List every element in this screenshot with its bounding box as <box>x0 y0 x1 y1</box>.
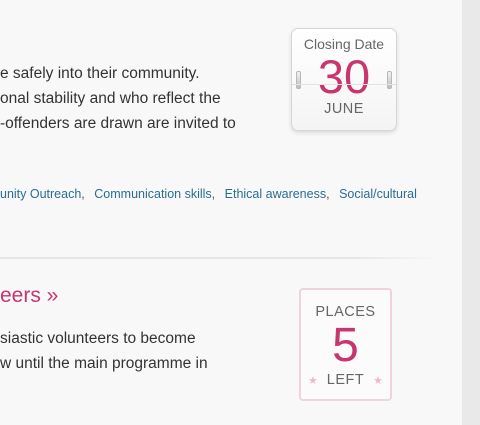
calendar-ring-icon <box>387 71 392 89</box>
places-label: PLACES <box>315 304 376 320</box>
listing-panel: e safely into their community. onal stab… <box>0 0 462 425</box>
calendar-ring-icon <box>296 71 301 89</box>
description-line: -offenders are drawn are invited to <box>0 115 236 132</box>
skill-link-communication[interactable]: Communication skills <box>94 187 211 201</box>
star-icon: ★ <box>308 375 318 387</box>
skill-link-community-outreach[interactable]: unity Outreach <box>0 187 81 201</box>
places-count: 5 <box>332 319 359 372</box>
places-left-ticket: PLACES 5 LEFT ★ ★ <box>299 288 392 401</box>
description-line: e safely into their community. <box>0 65 200 82</box>
closing-date-day: 30 <box>317 50 371 103</box>
listing-divider <box>0 257 440 259</box>
calendar-fold-line <box>292 84 396 85</box>
listing-1-description: e safely into their community. onal stab… <box>0 61 236 136</box>
scrollbar-track[interactable] <box>462 0 480 425</box>
skill-separator: , <box>81 187 85 201</box>
closing-date-card: Closing Date 30 JUNE <box>291 28 397 131</box>
description-line: onal stability and who reflect the <box>0 90 221 107</box>
listing-2-description: siastic volunteers to become w until the… <box>0 326 208 376</box>
description-line: siastic volunteers to become <box>0 330 196 347</box>
ticket-fade-overlay <box>290 398 410 425</box>
description-line: w until the main programme in <box>0 355 208 372</box>
skills-list: unity Outreach, Communication skills, Et… <box>0 187 417 201</box>
star-icon: ★ <box>373 375 383 387</box>
closing-date-month: JUNE <box>324 101 364 117</box>
skill-link-social-cultural[interactable]: Social/cultural <box>339 187 417 201</box>
skill-separator: , <box>211 187 216 201</box>
skill-link-ethical-awareness[interactable]: Ethical awareness <box>225 187 326 201</box>
skill-separator: , <box>326 187 330 201</box>
listing-2-title-link[interactable]: eers » <box>0 284 58 308</box>
